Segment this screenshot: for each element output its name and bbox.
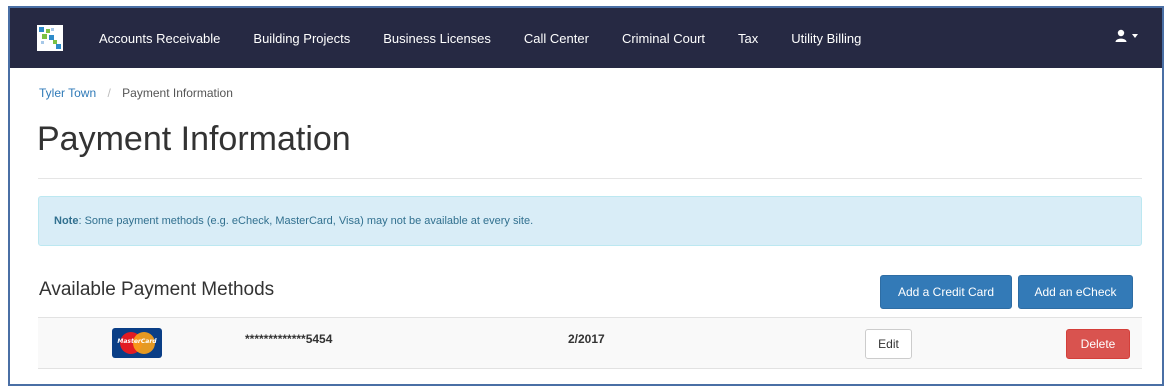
card-brand-text: MasterCard [117, 338, 157, 345]
add-credit-card-button[interactable]: Add a Credit Card [880, 275, 1012, 309]
mastercard-icon: MasterCard [112, 328, 162, 358]
alert-text: : Some payment methods (e.g. eCheck, Mas… [78, 215, 534, 227]
nav-utility-billing[interactable]: Utility Billing [791, 31, 861, 46]
page-title: Payment Information [37, 120, 351, 158]
info-alert: Note: Some payment methods (e.g. eCheck,… [38, 196, 1142, 246]
user-icon [1115, 29, 1127, 42]
nav-accounts-receivable[interactable]: Accounts Receivable [99, 31, 220, 46]
app-logo-icon[interactable] [37, 25, 63, 51]
add-echeck-button[interactable]: Add an eCheck [1018, 275, 1133, 309]
breadcrumb-separator: / [107, 86, 111, 100]
card-number: *************5454 [245, 332, 333, 346]
section-title: Available Payment Methods [39, 279, 275, 300]
divider [38, 178, 1142, 179]
card-expiration: 2/2017 [568, 332, 605, 346]
nav-tax[interactable]: Tax [738, 31, 758, 46]
edit-button[interactable]: Edit [865, 329, 912, 359]
breadcrumb-current: Payment Information [122, 86, 233, 100]
breadcrumb: Tyler Town / Payment Information [39, 86, 233, 100]
user-menu-dropdown[interactable] [1115, 29, 1138, 42]
breadcrumb-home-link[interactable]: Tyler Town [39, 86, 96, 100]
delete-button[interactable]: Delete [1066, 329, 1130, 359]
app-window: Accounts Receivable Building Projects Bu… [8, 6, 1164, 386]
chevron-down-icon [1132, 33, 1138, 38]
alert-label: Note [54, 215, 79, 227]
top-navbar: Accounts Receivable Building Projects Bu… [10, 8, 1162, 68]
payment-method-row: MasterCard *************5454 2/2017 Edit… [38, 317, 1142, 369]
nav-business-licenses[interactable]: Business Licenses [383, 31, 491, 46]
nav-building-projects[interactable]: Building Projects [253, 31, 350, 46]
nav-criminal-court[interactable]: Criminal Court [622, 31, 705, 46]
nav-call-center[interactable]: Call Center [524, 31, 589, 46]
